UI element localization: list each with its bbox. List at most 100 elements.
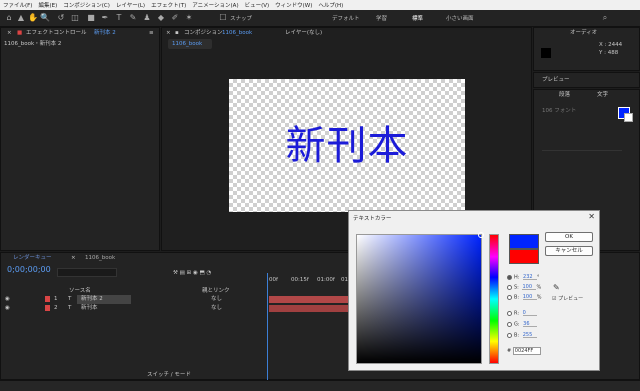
workspace-small-screen[interactable]: 小さい画面 bbox=[446, 14, 474, 22]
selection-tool-icon[interactable]: ▲ bbox=[16, 13, 26, 23]
switch-mode-toggle[interactable]: スイッチ / モード bbox=[147, 370, 191, 380]
table-row[interactable]: ◉ 2 T 新刊本 なし bbox=[1, 304, 349, 313]
stamp-tool-icon[interactable]: ♟ bbox=[142, 13, 152, 23]
search-icon[interactable]: ⌕ bbox=[600, 13, 610, 23]
roto-tool-icon[interactable]: ✐ bbox=[170, 13, 180, 23]
comp-flow-tab[interactable]: 1106_book bbox=[168, 39, 212, 49]
camera-tool-icon[interactable]: ◫ bbox=[70, 13, 80, 23]
eye-icon[interactable]: ◉ bbox=[5, 304, 10, 313]
toolbar: ⌂ ▲ ✋ 🔍 ↺ ◫ ■ ✒ T ✎ ♟ ◆ ✐ ✶ ☐ スナップ デフォルト… bbox=[0, 10, 640, 27]
menu-edit[interactable]: 編集(E) bbox=[38, 1, 57, 9]
rect-tool-icon[interactable]: ■ bbox=[86, 13, 96, 23]
text-color-dialog: テキストカラー ✕ OK キャンセル H: 232 ° S: 100% B: 10… bbox=[348, 210, 600, 371]
effects-breadcrumb: 1106_book・新刊本 2 bbox=[4, 41, 62, 47]
hex-field[interactable]: # 0024FF bbox=[507, 347, 541, 355]
menu-window[interactable]: ウィンドウ(W) bbox=[275, 1, 312, 9]
rotate-tool-icon[interactable]: ↺ bbox=[56, 13, 66, 23]
comp-tab-label[interactable]: コンポジション bbox=[184, 28, 223, 38]
taskbar bbox=[0, 380, 640, 391]
color-swatch-icon bbox=[541, 48, 551, 58]
menu-help[interactable]: ヘルプ(H) bbox=[318, 1, 343, 9]
close-icon[interactable]: × bbox=[166, 28, 171, 38]
eyedropper-icon[interactable]: ✎ bbox=[553, 283, 560, 292]
parent-select[interactable]: なし bbox=[211, 304, 222, 313]
color-picker-handle[interactable] bbox=[478, 232, 484, 238]
layer-bar[interactable] bbox=[269, 296, 349, 303]
layer-number: 2 bbox=[54, 305, 58, 311]
menu-bar: ファイル(F) 編集(E) コンポジション(C) レイヤー(L) エフェクト(T… bbox=[0, 0, 640, 10]
layer-tab[interactable]: レイヤー(なし) bbox=[285, 28, 322, 38]
home-icon[interactable]: ⌂ bbox=[4, 13, 14, 23]
comp-canvas[interactable]: 新刊本 bbox=[229, 79, 465, 212]
panel-menu-icon[interactable]: ≡ bbox=[149, 28, 154, 38]
paragraph-tab[interactable]: 段落 bbox=[559, 90, 570, 100]
menu-file[interactable]: ファイル(F) bbox=[3, 1, 32, 9]
comp-text-layer[interactable]: 新刊本 bbox=[229, 113, 465, 171]
ruler-tick: 00f bbox=[269, 277, 278, 283]
label-color[interactable] bbox=[45, 305, 50, 311]
cancel-button[interactable]: キャンセル bbox=[545, 246, 593, 256]
ok-button[interactable]: OK bbox=[545, 232, 593, 242]
effects-tab-target: 新刊本 2 bbox=[94, 30, 116, 36]
lock-icon: ■ bbox=[17, 30, 23, 36]
audio-tab[interactable]: オーディオ bbox=[570, 28, 597, 38]
font-field[interactable]: 106 フォント bbox=[542, 106, 576, 116]
workspace-learn[interactable]: 学習 bbox=[376, 14, 387, 22]
brightness-field[interactable]: B: 100% bbox=[507, 294, 541, 301]
layer-bar[interactable] bbox=[269, 305, 349, 312]
blue-field[interactable]: B: 255 bbox=[507, 332, 537, 339]
parent-select[interactable]: なし bbox=[211, 295, 222, 304]
ruler-tick: 00:15f bbox=[291, 277, 309, 283]
hue-field[interactable]: H: 232 ° bbox=[507, 274, 540, 281]
close-icon[interactable]: × bbox=[7, 28, 12, 38]
layer-name[interactable]: 新刊本 2 bbox=[77, 295, 131, 304]
hue-slider[interactable] bbox=[489, 234, 499, 364]
character-tab[interactable]: 文字 bbox=[597, 90, 608, 100]
stroke-color-swatch[interactable] bbox=[624, 113, 633, 122]
type-tool-icon[interactable]: T bbox=[114, 13, 124, 23]
info-y: Y : 488 bbox=[599, 50, 619, 56]
timecode[interactable]: 0;00;00;00 bbox=[7, 265, 51, 275]
timeline-search-input[interactable] bbox=[57, 268, 117, 277]
green-field[interactable]: G: 36 bbox=[507, 321, 538, 328]
preview-tab[interactable]: プレビュー bbox=[542, 75, 570, 85]
render-queue-tab[interactable]: レンダーキュー bbox=[13, 253, 52, 263]
eraser-tool-icon[interactable]: ◆ bbox=[156, 13, 166, 23]
old-color-swatch[interactable] bbox=[509, 249, 539, 264]
compose-tools-icons[interactable]: ⚒ ▤ ⊞ ◉ ⬒ ◔ bbox=[173, 268, 211, 278]
effect-controls-panel: × ■ エフェクトコントロール 新刊本 2 ≡ 1106_book・新刊本 2 bbox=[0, 27, 160, 251]
snap-checkbox-icon[interactable]: ☐ bbox=[218, 13, 228, 23]
workspace-standard[interactable]: 標準 bbox=[412, 14, 423, 22]
menu-composition[interactable]: コンポジション(C) bbox=[63, 1, 110, 9]
effects-tab[interactable]: エフェクトコントロール bbox=[26, 28, 87, 38]
close-icon[interactable]: ✕ bbox=[588, 212, 595, 221]
text-layer-icon: T bbox=[68, 305, 72, 311]
menu-view[interactable]: ビュー(V) bbox=[245, 1, 270, 9]
label-color[interactable] bbox=[45, 296, 50, 302]
preview-checkbox[interactable]: ☑ プレビュー bbox=[552, 295, 583, 302]
saturation-field[interactable]: S: 100% bbox=[507, 284, 541, 291]
menu-effect[interactable]: エフェクト(T) bbox=[151, 1, 186, 9]
table-row[interactable]: ◉ 1 T 新刊本 2 なし bbox=[1, 295, 349, 304]
new-color-swatch bbox=[509, 234, 539, 249]
pen-tool-icon[interactable]: ✒ bbox=[100, 13, 110, 23]
hand-tool-icon[interactable]: ✋ bbox=[28, 13, 38, 23]
red-field[interactable]: R: 0 bbox=[507, 310, 537, 317]
ruler-tick: 01:00f bbox=[317, 277, 335, 283]
layer-name[interactable]: 新刊本 bbox=[81, 304, 98, 313]
info-panel: オーディオ X : 2444 Y : 488 bbox=[533, 27, 640, 71]
color-field[interactable] bbox=[356, 232, 484, 364]
timeline-tab[interactable]: 1106_book bbox=[85, 253, 115, 263]
close-icon[interactable]: × bbox=[71, 253, 76, 263]
preview-panel: プレビュー bbox=[533, 72, 640, 88]
menu-layer[interactable]: レイヤー(L) bbox=[116, 1, 145, 9]
puppet-tool-icon[interactable]: ✶ bbox=[184, 13, 194, 23]
menu-animation[interactable]: アニメーション(A) bbox=[192, 1, 238, 9]
layer-number: 1 bbox=[54, 296, 58, 302]
playhead[interactable] bbox=[267, 273, 268, 381]
brush-tool-icon[interactable]: ✎ bbox=[128, 13, 138, 23]
eye-icon[interactable]: ◉ bbox=[5, 295, 10, 304]
zoom-tool-icon[interactable]: 🔍 bbox=[40, 13, 50, 23]
workspace-default[interactable]: デフォルト bbox=[332, 14, 360, 22]
snap-label: スナップ bbox=[230, 16, 253, 22]
